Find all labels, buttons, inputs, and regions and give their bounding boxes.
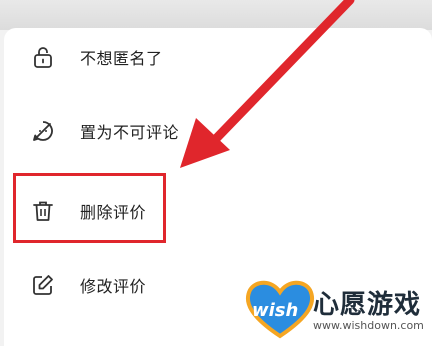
watermark: wish 心愿游戏 www.wishdown.com [240,276,430,342]
watermark-logo-text: wish [252,300,299,321]
watermark-brand: 心愿游戏 [313,290,422,320]
watermark-url: www.wishdown.com [313,319,424,332]
